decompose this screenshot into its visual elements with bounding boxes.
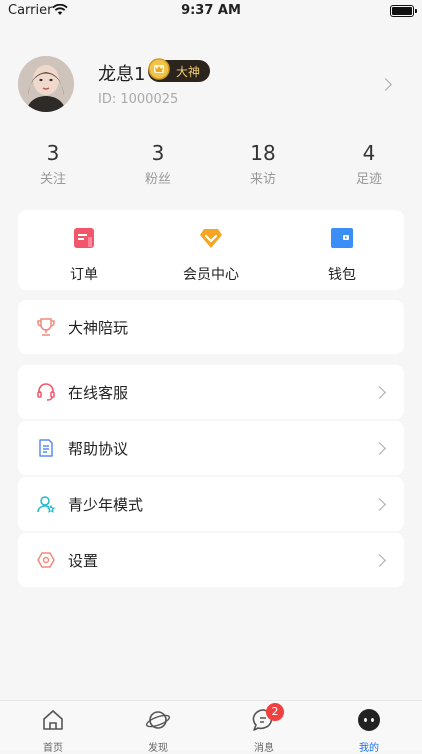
order-icon: [74, 228, 94, 248]
quick-label: 钱包: [328, 267, 356, 283]
stat-footprints[interactable]: 4 足迹: [329, 140, 409, 187]
tab-label: 消息: [254, 743, 274, 754]
settings-hexagon-icon: [37, 552, 55, 568]
chevron-right-icon: [373, 442, 386, 455]
menu-label: 设置: [68, 552, 99, 570]
stat-value: 3: [46, 141, 60, 165]
tab-messages[interactable]: 2 消息: [234, 703, 294, 754]
stat-fans[interactable]: 3 粉丝: [118, 140, 198, 187]
headset-icon: [37, 383, 55, 401]
status-bar: Carrier 9:37 AM: [0, 0, 422, 22]
planet-icon: [145, 711, 171, 729]
unread-badge: 2: [266, 703, 284, 721]
nickname: 龙息1: [98, 64, 146, 85]
chevron-right-icon: [373, 554, 386, 567]
tab-discover[interactable]: 发现: [128, 707, 188, 754]
menu-item-teen-mode[interactable]: 青少年模式: [18, 477, 404, 531]
quick-orders[interactable]: 订单: [34, 226, 134, 284]
menu-label: 帮助协议: [68, 440, 129, 458]
menu-item-companion[interactable]: 大神陪玩: [18, 300, 404, 354]
quick-actions-card: 订单 会员中心 钱包: [18, 210, 404, 290]
stat-visitors[interactable]: 18 来访: [223, 140, 303, 187]
stat-label: 关注: [39, 172, 66, 187]
menu-label: 青少年模式: [68, 496, 144, 514]
stat-value: 18: [250, 141, 276, 165]
home-icon: [43, 710, 63, 730]
profile-header[interactable]: 龙息1 大神 ID: 1000025: [0, 40, 422, 130]
menu-label: 大神陪玩: [68, 319, 129, 337]
tab-label: 我的: [359, 743, 379, 754]
stat-value: 3: [151, 141, 165, 165]
menu-item-customer-service[interactable]: 在线客服: [18, 365, 404, 419]
stats-row: 3 关注 3 粉丝 18 来访 4 足迹: [0, 140, 422, 192]
chevron-right-icon: [373, 386, 386, 399]
vip-diamond-icon: [200, 229, 222, 248]
avatar[interactable]: [18, 56, 74, 112]
chevron-right-icon: [373, 498, 386, 511]
menu-label: 在线客服: [68, 384, 129, 402]
stat-following[interactable]: 3 关注: [13, 140, 93, 187]
stat-label: 来访: [249, 172, 276, 187]
badge-label: 大神: [176, 64, 201, 79]
stat-value: 4: [362, 141, 376, 165]
menu-item-settings[interactable]: 设置: [18, 533, 404, 587]
wallet-icon: [331, 228, 353, 248]
tab-home[interactable]: 首页: [23, 707, 83, 754]
quick-label: 会员中心: [183, 267, 239, 283]
menu-item-help-agreement[interactable]: 帮助协议: [18, 421, 404, 475]
tab-me[interactable]: 我的: [339, 707, 399, 754]
tab-bar: 首页 发现 2 消息 我的: [0, 700, 422, 754]
trophy-icon: [37, 318, 55, 336]
quick-wallet[interactable]: 钱包: [292, 226, 392, 284]
profile-icon: [358, 709, 380, 731]
stat-label: 粉丝: [144, 172, 171, 187]
user-id: ID: 1000025: [98, 92, 179, 107]
level-badge: 大神: [148, 58, 211, 82]
stat-label: 足迹: [355, 172, 382, 187]
tab-label: 首页: [43, 743, 63, 754]
chevron-right-icon: [379, 78, 392, 91]
user-star-icon: [37, 496, 56, 513]
quick-label: 订单: [70, 267, 98, 283]
document-icon: [39, 439, 53, 457]
clock: 9:37 AM: [181, 3, 241, 18]
quick-vip-center[interactable]: 会员中心: [161, 226, 261, 284]
battery-icon: [390, 5, 417, 17]
tab-label: 发现: [148, 743, 168, 754]
crown-coin-icon: [148, 58, 170, 80]
avatar-image: [18, 56, 74, 112]
